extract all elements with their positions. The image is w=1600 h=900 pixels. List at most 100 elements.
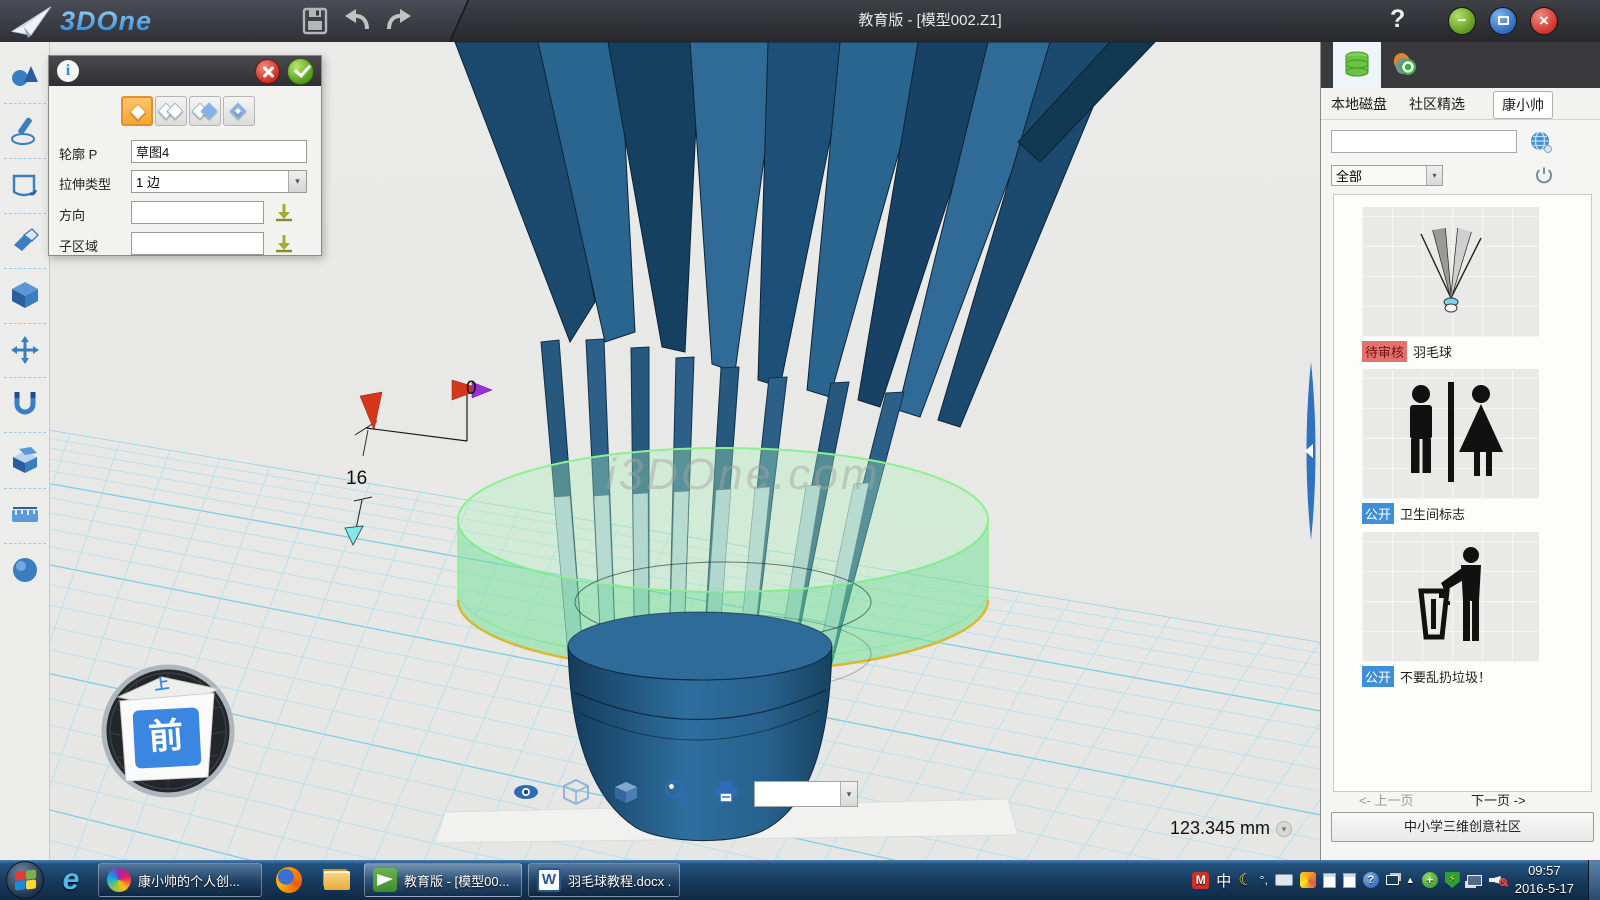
move-tool-icon[interactable] xyxy=(10,335,40,365)
sketch-tool-icon[interactable] xyxy=(10,115,40,145)
tab-my-account[interactable]: 康小帅 xyxy=(1493,91,1553,119)
combobox-arrow-icon[interactable]: ▾ xyxy=(840,782,857,806)
view-navigation-cube[interactable]: 上 前 xyxy=(96,659,240,803)
model-thumbnail-litter[interactable] xyxy=(1362,532,1539,662)
task-3done[interactable]: 教育版 - [模型00... xyxy=(364,863,522,897)
print-icon[interactable] xyxy=(712,778,740,806)
search-input[interactable] xyxy=(1331,130,1517,153)
keyboard-tray-icon[interactable] xyxy=(1275,874,1293,886)
model-thumbnail-shuttlecock[interactable] xyxy=(1362,207,1539,337)
model-thumbnail-restroom[interactable] xyxy=(1362,369,1539,499)
zoom-icon[interactable] xyxy=(662,778,690,806)
system-tray: M 中 ☾ °, ? ▲ + ⚡ xyxy=(1192,870,1504,891)
category-filter-select[interactable]: 全部 ▾ xyxy=(1331,165,1443,186)
status-badge-public: 公开 xyxy=(1362,503,1394,524)
task-personal-page[interactable]: 康小帅的个人创... xyxy=(98,863,262,897)
tray-clock[interactable]: 09:57 2016-5-17 xyxy=(1515,862,1574,897)
mode-base-button[interactable] xyxy=(121,96,153,126)
sogou-tray-icon[interactable] xyxy=(1300,872,1316,888)
network-tray-icon[interactable] xyxy=(1467,875,1482,886)
model-list: 待审核 羽毛球 公开 卫生间标志 xyxy=(1333,194,1592,792)
moon-tray-icon[interactable]: ☾ xyxy=(1238,870,1252,890)
visibility-eye-icon[interactable] xyxy=(512,778,540,806)
pick-direction-icon[interactable] xyxy=(273,202,295,224)
task-word-doc[interactable]: W 羽毛球教程.docx ... xyxy=(528,863,680,897)
status-badge-public: 公开 xyxy=(1362,666,1394,687)
dialog-cancel-button[interactable] xyxy=(255,59,280,84)
start-button[interactable] xyxy=(6,861,44,899)
logout-power-icon[interactable] xyxy=(1535,166,1553,184)
ime-state-tray-icon[interactable]: °, xyxy=(1260,873,1268,887)
task-label: 康小帅的个人创... xyxy=(138,871,240,890)
model-title[interactable]: 卫生间标志 xyxy=(1400,504,1465,523)
mcafee-tray-icon[interactable]: M xyxy=(1192,872,1209,889)
help-tray-icon[interactable]: ? xyxy=(1363,872,1379,888)
dialog-confirm-button[interactable] xyxy=(287,58,314,85)
close-button[interactable]: × xyxy=(1530,7,1558,35)
3done-task-icon xyxy=(373,868,397,892)
filter-arrow-icon[interactable]: ▾ xyxy=(1426,166,1442,185)
speed-shield-tray-icon[interactable]: ⚡ xyxy=(1445,872,1460,888)
measurement-dropdown-icon[interactable]: ▾ xyxy=(1276,821,1292,837)
model-title[interactable]: 不要乱扔垃圾！ xyxy=(1400,667,1491,686)
task-label: 教育版 - [模型00... xyxy=(404,871,509,890)
assembly-tool-icon[interactable] xyxy=(10,445,40,475)
restore-button[interactable] xyxy=(1489,7,1517,35)
sidebar-collapse-handle[interactable] xyxy=(1302,362,1320,540)
tab-local-disk[interactable]: 本地磁盘 xyxy=(1331,94,1387,114)
dialog-header[interactable]: i xyxy=(49,56,321,86)
primitives-tool-icon[interactable] xyxy=(10,60,40,90)
local-library-tab[interactable] xyxy=(1333,42,1381,88)
ie-icon: e xyxy=(63,863,80,897)
undo-button[interactable] xyxy=(343,7,373,35)
profile-input[interactable] xyxy=(131,140,307,163)
community-tab[interactable] xyxy=(1381,42,1429,88)
model-title[interactable]: 羽毛球 xyxy=(1413,342,1452,361)
extrude-type-select[interactable]: 1 边 ▾ xyxy=(131,170,307,193)
shaded-view-icon[interactable] xyxy=(612,778,640,806)
direction-input[interactable] xyxy=(131,201,264,224)
prev-page-link[interactable]: <- 上一页 xyxy=(1359,790,1414,809)
popup-window-tray-icon[interactable] xyxy=(1386,875,1399,885)
safe-shield-tray-icon[interactable]: + xyxy=(1422,872,1438,888)
navcube-front-face[interactable]: 前 xyxy=(128,705,204,770)
expand-tray-icon[interactable]: ▲ xyxy=(1406,875,1415,885)
select-arrow-icon[interactable]: ▾ xyxy=(288,171,306,192)
extrude-mode-buttons xyxy=(121,96,255,126)
mode-remove-button[interactable] xyxy=(189,96,221,126)
next-page-link[interactable]: 下一页 -> xyxy=(1471,790,1526,809)
tab-community-picks[interactable]: 社区精选 xyxy=(1409,94,1465,114)
measure-tool-icon[interactable] xyxy=(10,500,40,530)
redo-button[interactable] xyxy=(383,7,413,35)
magnet-tool-icon[interactable] xyxy=(10,388,40,418)
material-tool-icon[interactable] xyxy=(10,555,40,585)
pinwheel-icon xyxy=(107,868,131,892)
mode-intersect-button[interactable] xyxy=(223,96,255,126)
search-doc-tray-icon[interactable] xyxy=(1323,873,1336,888)
pick-subregion-icon[interactable] xyxy=(273,233,295,255)
surface-tool-icon[interactable] xyxy=(10,170,40,200)
volume-muted-tray-icon[interactable] xyxy=(1489,873,1505,887)
ime-lang-tray-icon[interactable]: 中 xyxy=(1216,870,1231,891)
help-button[interactable]: ? xyxy=(1390,5,1405,34)
show-desktop-button[interactable] xyxy=(1588,860,1600,900)
search-globe-icon[interactable] xyxy=(1529,130,1553,154)
dimension-label: 16 xyxy=(346,468,367,489)
wireframe-view-icon[interactable] xyxy=(562,778,590,806)
minimize-button[interactable]: − xyxy=(1448,7,1476,35)
cyan-arrow-handle[interactable] xyxy=(345,526,363,545)
solid-edit-tool-icon[interactable] xyxy=(10,280,40,310)
explorer-button[interactable] xyxy=(316,863,358,897)
view-preset-combobox[interactable]: ▾ xyxy=(754,781,858,807)
internet-explorer-button[interactable]: e xyxy=(50,863,92,897)
firefox-button[interactable] xyxy=(268,863,310,897)
save-button[interactable] xyxy=(300,7,330,35)
mode-add-button[interactable] xyxy=(155,96,187,126)
subregion-input[interactable] xyxy=(131,232,264,255)
community-site-button[interactable]: 中小学三维创意社区 xyxy=(1331,812,1594,842)
logo-text: 3DOne xyxy=(60,6,152,37)
navcube-top-face[interactable]: 上 xyxy=(153,672,171,695)
info-icon[interactable]: i xyxy=(57,60,79,82)
notes-tray-icon[interactable] xyxy=(1343,873,1356,888)
eraser-tool-icon[interactable] xyxy=(10,225,40,255)
